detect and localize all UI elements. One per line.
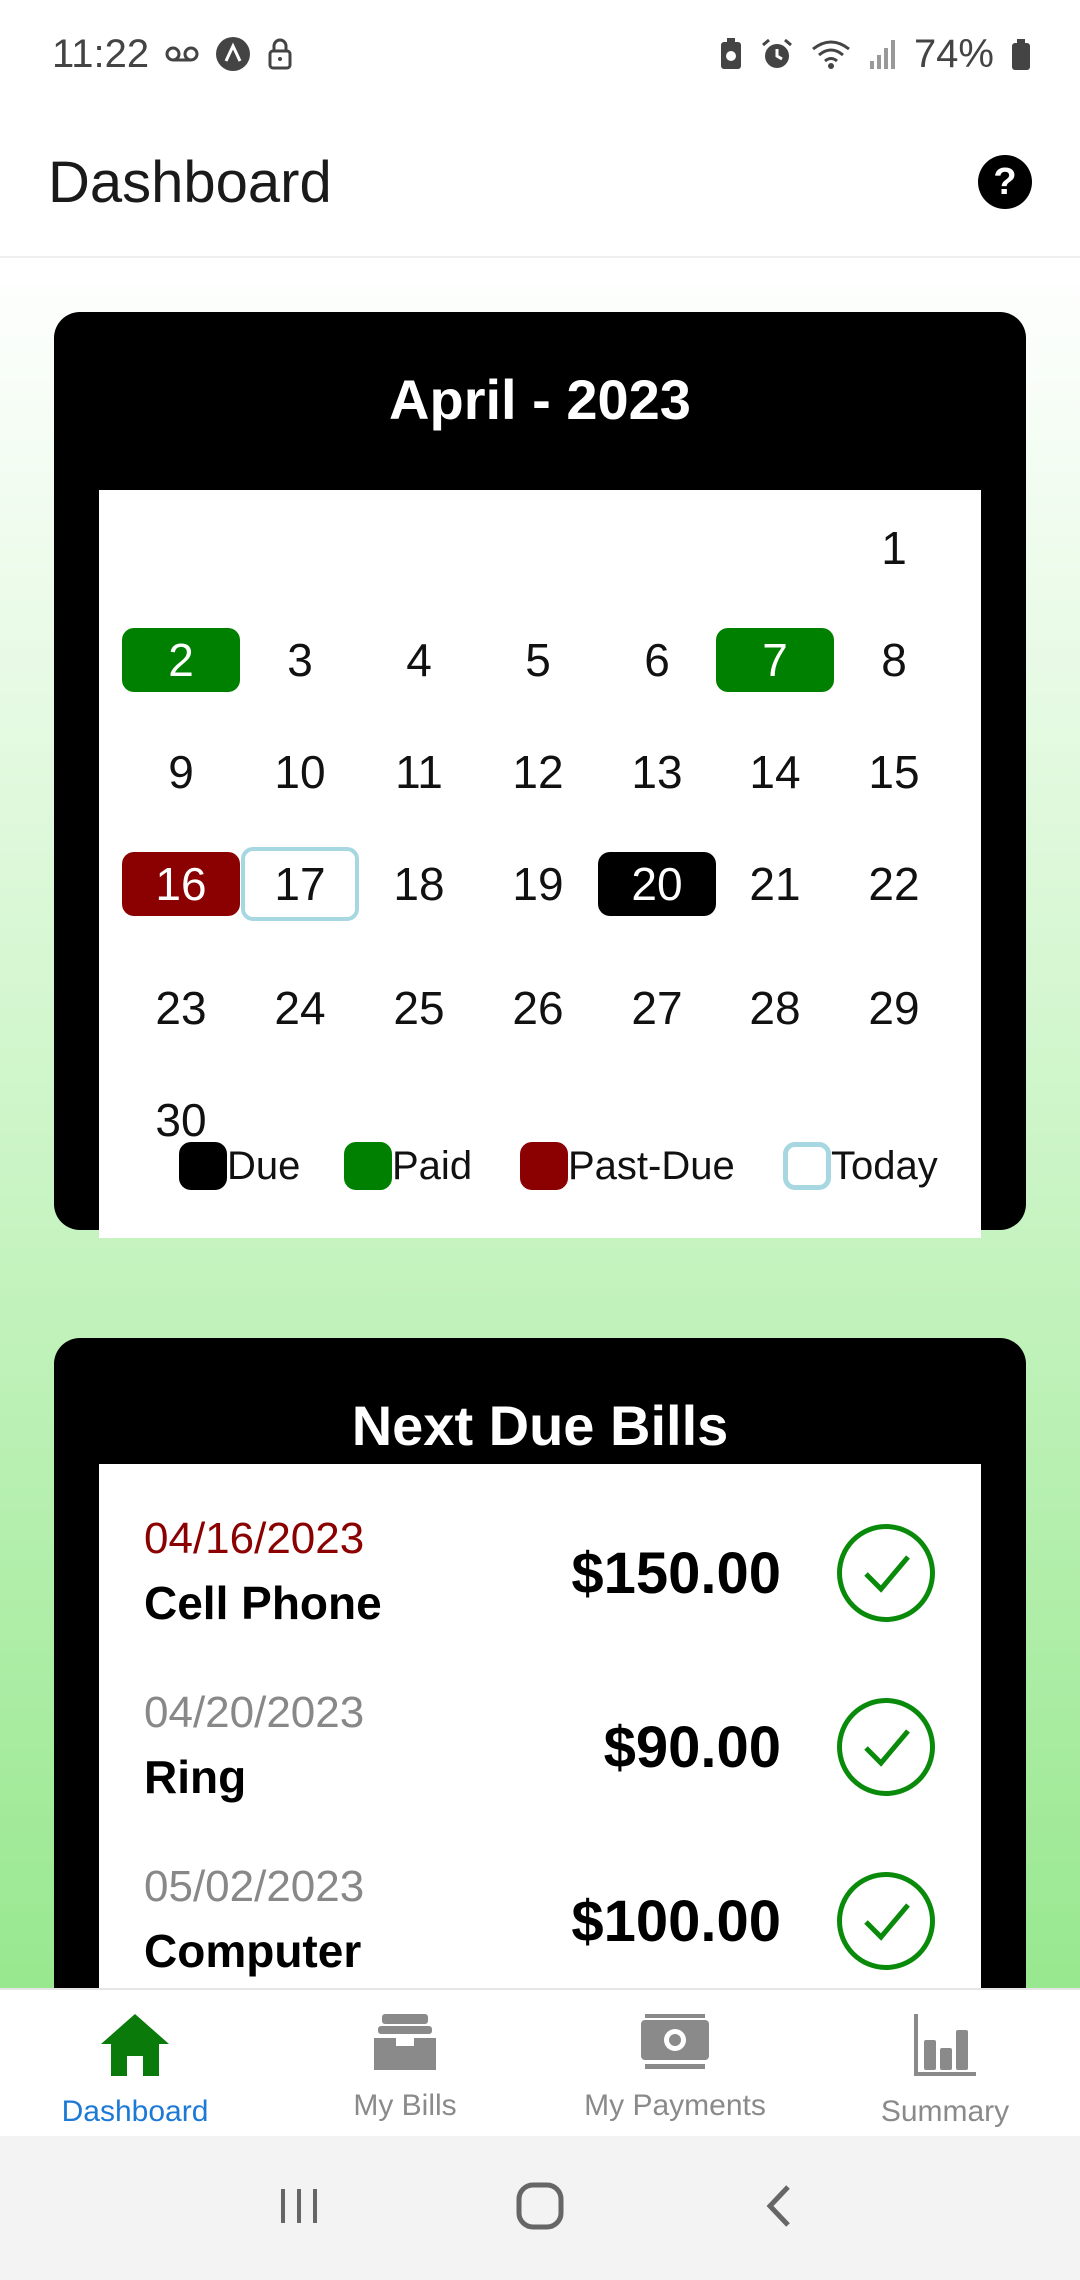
status-bar: 11:22 74%: [0, 0, 1080, 108]
calendar-day-2[interactable]: 2: [122, 628, 240, 692]
legend-label: Paid: [392, 1143, 473, 1188]
calendar-day-3[interactable]: 3: [241, 628, 359, 692]
bill-date: 04/20/2023: [144, 1688, 365, 1737]
legend-swatch: [344, 1142, 392, 1190]
app-icon: [215, 36, 251, 72]
bill-name: Cell Phone: [144, 1577, 382, 1629]
battery-icon: [1010, 37, 1032, 71]
bills-list: 04/16/2023 Cell Phone $150.00 04/20/2023 Rin…: [99, 1464, 981, 1988]
calendar-day-17[interactable]: 17: [241, 847, 359, 921]
money-icon: [637, 2010, 713, 2079]
calendar-day-8[interactable]: 8: [835, 628, 953, 692]
bill-amount: $90.00: [603, 1715, 781, 1780]
status-right: 74%: [718, 32, 1032, 77]
alarm-icon: [760, 37, 794, 71]
calendar-grid: Due Paid Past-Due Today 1 2 3 4 5 6 7 8 9 10 11 12 13 14…: [99, 490, 981, 1238]
lock-icon: [267, 37, 293, 71]
home-nav-icon[interactable]: [513, 2179, 567, 2238]
calendar-day-23[interactable]: 23: [122, 976, 240, 1040]
calendar-day-14[interactable]: 14: [716, 740, 834, 804]
calendar-day-26[interactable]: 26: [479, 976, 597, 1040]
next-due-bills-title: Next Due Bills: [351, 1394, 729, 1457]
page-title: Dashboard: [48, 149, 332, 215]
legend-label: Due: [227, 1143, 301, 1188]
bar-chart-icon: [910, 2010, 980, 2085]
signal-icon: [868, 37, 898, 71]
calendar-day-11[interactable]: 11: [360, 740, 478, 804]
nav-label: My Bills: [353, 2089, 457, 2122]
calendar-day-6[interactable]: 6: [598, 628, 716, 692]
status-time: 11:22: [52, 31, 150, 76]
bill-name: Ring: [144, 1751, 247, 1803]
calendar-day-9[interactable]: 9: [122, 740, 240, 804]
nav-label: Dashboard: [61, 2095, 209, 2128]
calendar-day-28[interactable]: 28: [716, 976, 834, 1040]
legend-label: Past-Due: [568, 1143, 735, 1188]
calendar-day-29[interactable]: 29: [835, 976, 953, 1040]
calendar-day-24[interactable]: 24: [241, 976, 359, 1040]
calendar-card: April - 2023 Due Paid Past-Due Today 123456…: [54, 312, 1026, 1238]
calendar-day-10[interactable]: 10: [241, 740, 359, 804]
calendar-day-20[interactable]: 20: [598, 852, 716, 916]
legend-label: Today: [831, 1143, 938, 1188]
calendar-day-15[interactable]: 15: [835, 740, 953, 804]
bill-name: Computer: [144, 1925, 362, 1977]
bottom-nav: Dashboard My Bills My Payments Summary: [0, 1988, 1080, 2136]
next-due-bills-card: Next Due Bills 04/16/2023 Cell Phone $150.…: [54, 1338, 1026, 1988]
calendar-day-13[interactable]: 13: [598, 740, 716, 804]
calendar-day-25[interactable]: 25: [360, 976, 478, 1040]
nav-item-summary[interactable]: Summary: [810, 1990, 1080, 2136]
main-content[interactable]: April - 2023 Due Paid Past-Due Today 123456…: [0, 260, 1080, 1988]
mark-paid-check-icon[interactable]: [837, 1698, 935, 1796]
nav-label: My Payments: [584, 2089, 766, 2122]
nav-item-my-bills[interactable]: My Bills: [270, 1990, 540, 2136]
battery-percent: 74%: [913, 31, 994, 76]
inbox-icon: [370, 2010, 440, 2079]
calendar-day-1[interactable]: 1: [835, 516, 953, 580]
legend-item-today: Today: [783, 1142, 938, 1190]
legend-swatch: [783, 1142, 831, 1190]
bill-row[interactable]: 05/02/2023 Computer $100.00: [99, 1812, 981, 1986]
bill-amount: $100.00: [571, 1889, 781, 1954]
legend-item-paid: Paid: [344, 1142, 472, 1190]
calendar-title: April - 2023: [389, 368, 691, 431]
battery-saver-icon: [718, 37, 744, 71]
calendar-day-5[interactable]: 5: [479, 628, 597, 692]
calendar-day-18[interactable]: 18: [360, 852, 478, 916]
bill-date: 05/02/2023: [144, 1862, 365, 1911]
app-header: Dashboard ?: [0, 108, 1080, 258]
calendar-day-16[interactable]: 16: [122, 852, 240, 916]
legend-item-past-due: Past-Due: [520, 1142, 735, 1190]
bill-amount: $150.00: [571, 1541, 781, 1606]
recent-apps-icon[interactable]: [274, 2181, 324, 2236]
calendar-day-12[interactable]: 12: [479, 740, 597, 804]
nav-item-dashboard[interactable]: Dashboard: [0, 1990, 270, 2136]
voicemail-icon: [165, 44, 199, 64]
calendar-day-19[interactable]: 19: [479, 852, 597, 916]
mark-paid-check-icon[interactable]: [837, 1524, 935, 1622]
bill-date: 04/16/2023: [144, 1514, 365, 1563]
nav-label: Summary: [880, 2095, 1010, 2128]
back-icon[interactable]: [756, 2181, 806, 2236]
calendar-day-4[interactable]: 4: [360, 628, 478, 692]
bill-row[interactable]: 04/16/2023 Cell Phone $150.00: [99, 1464, 981, 1638]
mark-paid-check-icon[interactable]: [837, 1872, 935, 1970]
legend-swatch: [520, 1142, 568, 1190]
bill-row[interactable]: 04/20/2023 Ring $90.00: [99, 1638, 981, 1812]
calendar-day-30[interactable]: 30: [122, 1088, 240, 1152]
calendar-day-22[interactable]: 22: [835, 852, 953, 916]
calendar-day-7[interactable]: 7: [716, 628, 834, 692]
home-icon: [97, 2010, 173, 2085]
system-nav-bar: [0, 2136, 1080, 2280]
nav-item-my-payments[interactable]: My Payments: [540, 1990, 810, 2136]
calendar-day-21[interactable]: 21: [716, 852, 834, 916]
status-left: 11:22: [52, 32, 293, 77]
calendar-day-27[interactable]: 27: [598, 976, 716, 1040]
help-button[interactable]: ?: [978, 155, 1032, 209]
wifi-icon: [810, 37, 852, 71]
